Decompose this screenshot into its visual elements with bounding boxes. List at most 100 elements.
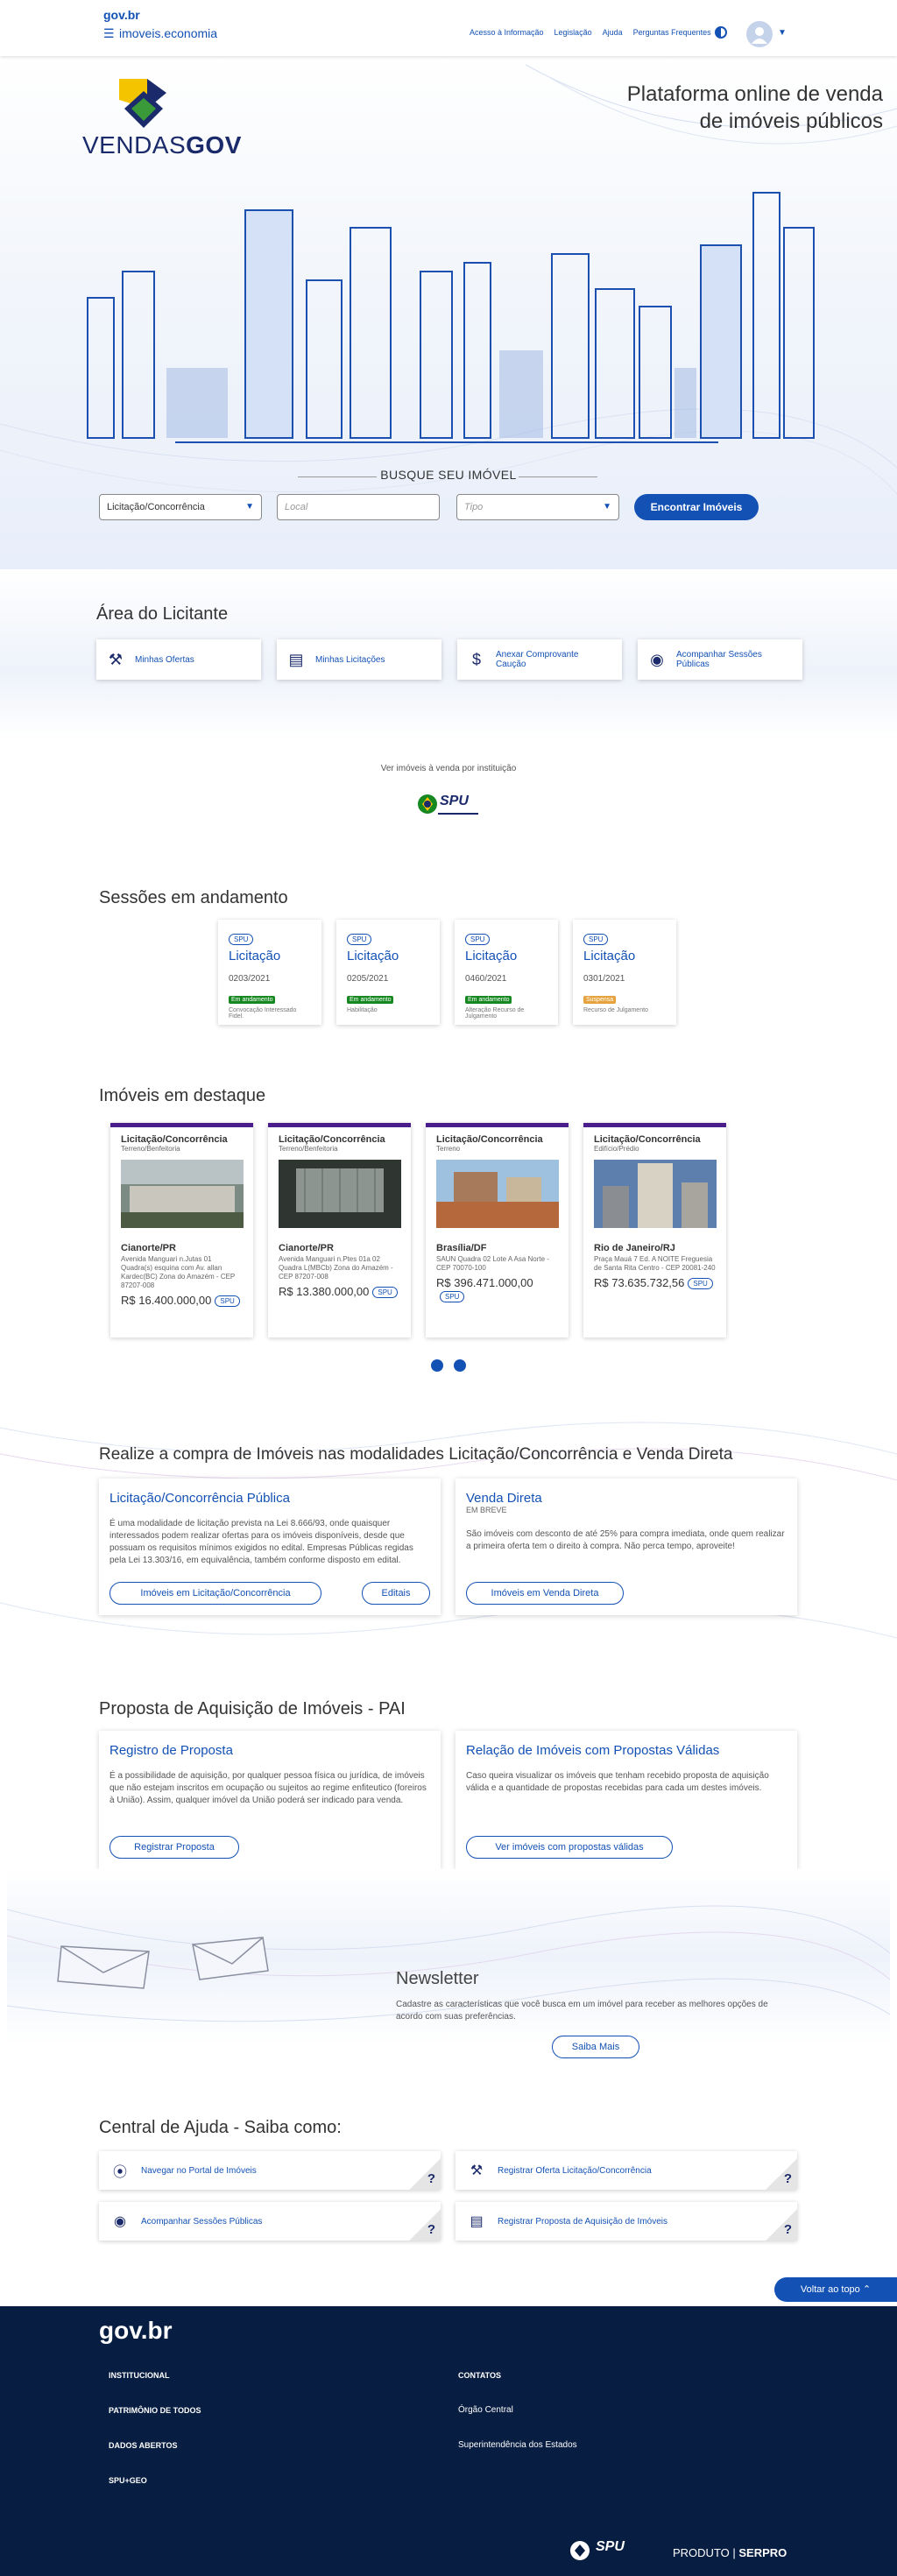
card-subtitle: EM BREVE (466, 1506, 507, 1514)
footer-link-patrimonio[interactable]: PATRIMÔNIO DE TODOS (109, 2406, 201, 2415)
status-badge: Em andamento (229, 996, 276, 1004)
org-badge: SPU (688, 1278, 713, 1290)
valid-proposals-button[interactable]: Ver imóveis com propostas válidas (466, 1836, 673, 1859)
session-status: Habilitação (347, 1007, 378, 1013)
footer-govbr-logo[interactable]: gov.br (99, 2317, 172, 2345)
back-to-top-button[interactable]: Voltar ao topo ⌃ (774, 2277, 897, 2302)
vendasgov-logo-text: VENDASGOV (82, 131, 242, 159)
session-number: 0460/2021 (465, 974, 507, 984)
question-icon: ? (783, 2222, 792, 2237)
property-city: Brasília/DF (436, 1243, 487, 1253)
property-price: R$ 73.635.732,56 (594, 1276, 685, 1289)
divider (519, 476, 597, 477)
gavel-icon: ⚒ (108, 651, 124, 668)
back-to-top-label: Voltar ao topo (800, 2284, 860, 2295)
session-card[interactable]: SPU Licitação 0203/2021 Em andamento Con… (218, 920, 321, 1025)
venda-direta-card: Venda Direta EM BREVE São imóveis com de… (456, 1479, 797, 1615)
link-ajuda[interactable]: Ajuda (603, 28, 623, 37)
hero-title: Plataforma online de venda de imóveis pú… (626, 82, 883, 133)
session-card[interactable]: SPU Licitação 0205/2021 Em andamento Hab… (336, 920, 440, 1025)
card-label: Registrar Proposta de Aquisição de Imóve… (498, 2216, 667, 2227)
question-icon: ? (427, 2171, 435, 2186)
footer-link-spugeo[interactable]: SPU+GEO (109, 2476, 147, 2485)
session-card[interactable]: SPU Licitação 0460/2021 Em andamento Alt… (455, 920, 558, 1025)
type-select[interactable]: Tipo ▼ (456, 494, 619, 520)
eye-icon: ◉ (114, 2214, 126, 2229)
featured-title: Imóveis em destaque (99, 1086, 266, 1105)
property-price: R$ 13.380.000,00 (279, 1285, 370, 1298)
chevron-down-icon[interactable]: ▼ (778, 28, 787, 38)
vendasgov-logo-icon (112, 74, 173, 139)
session-type: Licitação (583, 949, 636, 963)
card-text: É a possibilidade de aquisição, por qual… (109, 1771, 427, 1805)
footer-contacts-title: CONTATOS (458, 2371, 501, 2380)
footer-link-superintendencia[interactable]: Superintendência dos Estados (458, 2440, 577, 2450)
org-badge: SPU (215, 1295, 240, 1308)
help-title: Central de Ajuda - Saiba como: (99, 2118, 342, 2137)
status-badge: Em andamento (347, 996, 394, 1004)
help-navigate-card[interactable]: ⦿ Navegar no Portal de Imóveis ? (99, 2151, 441, 2190)
gavel-icon: ⚒ (470, 2163, 484, 2178)
property-card[interactable]: Licitação/Concorrência Edifício/Prédio R… (583, 1123, 726, 1337)
pai-title: Proposta de Aquisição de Imóveis - PAI (99, 1699, 406, 1719)
contrast-icon[interactable] (715, 26, 727, 39)
newsletter-more-button[interactable]: Saiba Mais (552, 2036, 639, 2058)
link-legislacao[interactable]: Legislação (554, 28, 592, 37)
session-number: 0301/2021 (583, 974, 625, 984)
find-properties-button[interactable]: Encontrar Imóveis (634, 494, 759, 520)
envelope-icon (57, 1937, 269, 1989)
card-label: Anexar Comprovante Caução (496, 650, 579, 669)
footer-serpro-logo: PRODUTO | SERPRO (673, 2546, 788, 2559)
footer-link-dados-abertos[interactable]: DADOS ABERTOS (109, 2441, 178, 2450)
carousel-dot[interactable] (454, 1359, 466, 1372)
org-badge: SPU (372, 1287, 398, 1299)
spu-logo[interactable]: SPU (415, 788, 482, 822)
venda-direta-button[interactable]: Imóveis em Venda Direta (466, 1582, 624, 1605)
avatar[interactable] (746, 21, 773, 47)
property-card[interactable]: Licitação/Concorrência Terreno/Benfeitor… (110, 1123, 253, 1337)
property-city: Rio de Janeiro/RJ (594, 1243, 675, 1253)
property-photo (279, 1160, 401, 1228)
session-card[interactable]: SPU Licitação 0301/2021 Suspensa Recurso… (573, 920, 676, 1025)
footer-link-institucional[interactable]: INSTITUCIONAL (109, 2371, 170, 2380)
skyline-illustration (87, 192, 815, 443)
watch-sessions-card[interactable]: ◉ Acompanhar Sessões Públicas (638, 639, 802, 680)
help-offer-card[interactable]: ⚒ Registrar Oferta Licitação/Concorrênci… (456, 2151, 797, 2190)
footer-link-orgao-central[interactable]: Órgão Central (458, 2405, 513, 2415)
help-proposal-card[interactable]: ▤ Registrar Proposta de Aquisição de Imó… (456, 2202, 797, 2241)
session-number: 0203/2021 (229, 974, 271, 984)
question-icon: ? (427, 2222, 435, 2237)
local-input[interactable]: Local (277, 494, 440, 520)
licitacao-properties-button[interactable]: Imóveis em Licitação/Concorrência (109, 1582, 321, 1605)
property-city: Cianorte/PR (279, 1243, 334, 1253)
session-status: Recurso de Julgamento (583, 1007, 648, 1013)
help-sessions-card[interactable]: ◉ Acompanhar Sessões Públicas ? (99, 2202, 441, 2241)
property-address: Avenida Manguari n.Ptes 01a 02 Quadra L(… (279, 1255, 393, 1281)
card-label: Registrar Oferta Licitação/Concorrência (498, 2165, 652, 2176)
card-label: Acompanhar Sessões Públicas (141, 2216, 263, 2227)
my-offers-card[interactable]: ⚒ Minhas Ofertas (96, 639, 261, 680)
editais-button[interactable]: Editais (362, 1582, 430, 1605)
menu-icon[interactable]: ☰ (103, 26, 115, 41)
link-acesso-informacao[interactable]: Acesso à Informação (470, 28, 544, 37)
register-proposal-button[interactable]: Registrar Proposta (109, 1836, 239, 1859)
footer-spu-logo[interactable]: SPU (568, 2536, 638, 2567)
my-bids-card[interactable]: ▤ Minhas Licitações (277, 639, 441, 680)
site-name[interactable]: imoveis.economia (119, 26, 217, 40)
modality-select[interactable]: Licitação/Concorrência ▼ (99, 494, 262, 520)
produto-label: PRODUTO (673, 2546, 730, 2559)
card-text: Caso queira visualizar os imóveis que te… (466, 1771, 769, 1793)
property-card[interactable]: Licitação/Concorrência Terreno Brasília/… (426, 1123, 569, 1337)
status-badge: Em andamento (465, 996, 512, 1004)
property-price: R$ 396.471.000,00 (436, 1276, 533, 1289)
card-text: São imóveis com desconto de até 25% para… (466, 1529, 785, 1551)
govbr-logo[interactable]: gov.br (103, 8, 140, 22)
carousel-dot[interactable] (431, 1359, 443, 1372)
card-label: Minhas Licitações (315, 654, 385, 665)
attach-receipt-card[interactable]: $ Anexar Comprovante Caução (457, 639, 622, 680)
session-type: Licitação (229, 949, 281, 963)
property-type: Edifício/Prédio (594, 1145, 639, 1153)
link-perguntas-frequentes[interactable]: Perguntas Frequentes (633, 28, 711, 37)
property-card[interactable]: Licitação/Concorrência Terreno/Benfeitor… (268, 1123, 411, 1337)
spu-logo-text: SPU (440, 794, 469, 808)
